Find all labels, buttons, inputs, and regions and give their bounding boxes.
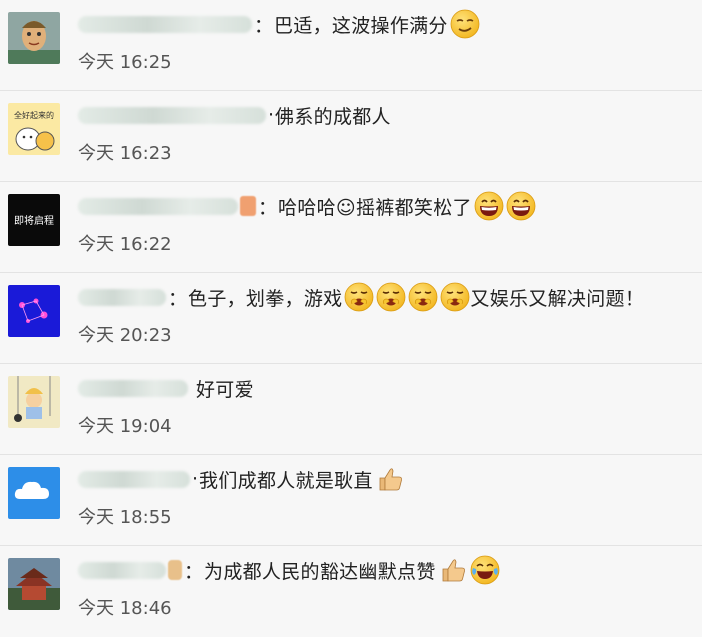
comment-text: 色子，划拳，游戏 <box>188 287 343 310</box>
giggle-emoji-icon <box>440 282 470 312</box>
giggle-emoji-icon <box>408 282 438 312</box>
comment-line: ： 色子，划拳，游戏 又娱乐又解决问题！ <box>78 281 644 313</box>
comment-line: · 佛系的成都人 <box>78 99 391 131</box>
giggle-emoji-icon <box>376 282 406 312</box>
blurred-username[interactable] <box>78 379 188 397</box>
avatar[interactable] <box>8 558 60 610</box>
avatar[interactable]: 全好起来的 <box>8 103 60 155</box>
comment-item: 好可爱 今天 19:04 <box>0 364 702 455</box>
blurred-username[interactable] <box>78 15 252 33</box>
separator: · <box>192 468 199 490</box>
username-emoji-icon <box>240 196 256 216</box>
separator: ： <box>184 560 204 583</box>
blurred-username[interactable] <box>78 288 166 306</box>
comment-time: 今天 16:22 <box>78 234 172 255</box>
blurred-username[interactable] <box>78 106 266 124</box>
comment-time: 今天 16:23 <box>78 143 172 164</box>
thumbs-up-emoji-icon <box>375 464 405 494</box>
blurred-username[interactable] <box>78 197 238 215</box>
separator: ： <box>258 196 278 219</box>
joy-emoji-icon <box>470 555 500 585</box>
comment-item: · 我们成都人就是耿直 今天 18:55 <box>0 455 702 546</box>
text-avatar-icon: 即将启程 <box>8 194 60 246</box>
thumbs-up-emoji-icon <box>438 555 468 585</box>
comment-item: 全好起来的 · 佛系的成都人 今天 16:23 <box>0 91 702 182</box>
avatar[interactable]: 即将启程 <box>8 194 60 246</box>
comment-time: 今天 18:55 <box>78 507 172 528</box>
blurred-username[interactable] <box>78 561 166 579</box>
comment-list: ： 巴适，这波操作满分 今天 16:25 全好起来的 · 佛系的成都人 今天 1… <box>0 0 702 637</box>
avatar[interactable] <box>8 467 60 519</box>
comment-time: 今天 20:23 <box>78 325 172 346</box>
avatar[interactable] <box>8 12 60 64</box>
comment-text: 哈哈哈☺摇裤都笑松了 <box>278 196 472 219</box>
neon-avatar-icon <box>8 285 60 337</box>
comment-time: 今天 19:04 <box>78 416 172 437</box>
comment-text: 佛系的成都人 <box>275 105 391 128</box>
comment-line: · 我们成都人就是耿直 <box>78 463 405 495</box>
comment-item: ： 为成都人民的豁达幽默点赞 今天 18:46 <box>0 546 702 637</box>
comment-item: ： 巴适，这波操作满分 今天 16:25 <box>0 0 702 91</box>
comment-line: ： 为成都人民的豁达幽默点赞 <box>78 554 500 586</box>
blurred-username[interactable] <box>78 470 190 488</box>
separator: · <box>268 104 275 126</box>
cloud-avatar-icon <box>8 467 60 519</box>
smirk-emoji-icon <box>450 9 480 39</box>
grin-emoji-icon <box>506 191 536 221</box>
comment-line: ： 巴适，这波操作满分 <box>78 8 480 40</box>
comment-item: 即将启程 ： 哈哈哈☺摇裤都笑松了 今天 16:22 <box>0 182 702 273</box>
comment-line: ： 哈哈哈☺摇裤都笑松了 <box>78 190 536 222</box>
comment-text-continued: 又娱乐又解决问题！ <box>470 287 645 310</box>
comment-text: 巴适，这波操作满分 <box>274 14 448 37</box>
cartoon-avatar-icon: 全好起来的 <box>8 103 60 155</box>
comment-line: 好可爱 <box>78 372 254 404</box>
comment-text: 为成都人民的豁达幽默点赞 <box>204 560 436 583</box>
temple-avatar-icon <box>8 558 60 610</box>
grin-emoji-icon <box>474 191 504 221</box>
username-emoji-icon <box>168 560 182 580</box>
comment-time: 今天 16:25 <box>78 52 172 73</box>
comment-time: 今天 18:46 <box>78 598 172 619</box>
giggle-emoji-icon <box>344 282 374 312</box>
separator: ： <box>254 14 274 37</box>
comment-item: ： 色子，划拳，游戏 又娱乐又解决问题！ 今天 20:23 <box>0 273 702 364</box>
comment-text: 我们成都人就是耿直 <box>199 469 373 492</box>
separator: ： <box>168 287 188 310</box>
avatar-caption: 即将启程 <box>14 214 54 227</box>
avatar[interactable] <box>8 285 60 337</box>
avatar-caption: 全好起来的 <box>14 110 54 120</box>
comment-text: 好可爱 <box>196 378 254 401</box>
swing-avatar-icon <box>8 376 60 428</box>
avatar[interactable] <box>8 376 60 428</box>
portrait-avatar-icon <box>8 12 60 64</box>
